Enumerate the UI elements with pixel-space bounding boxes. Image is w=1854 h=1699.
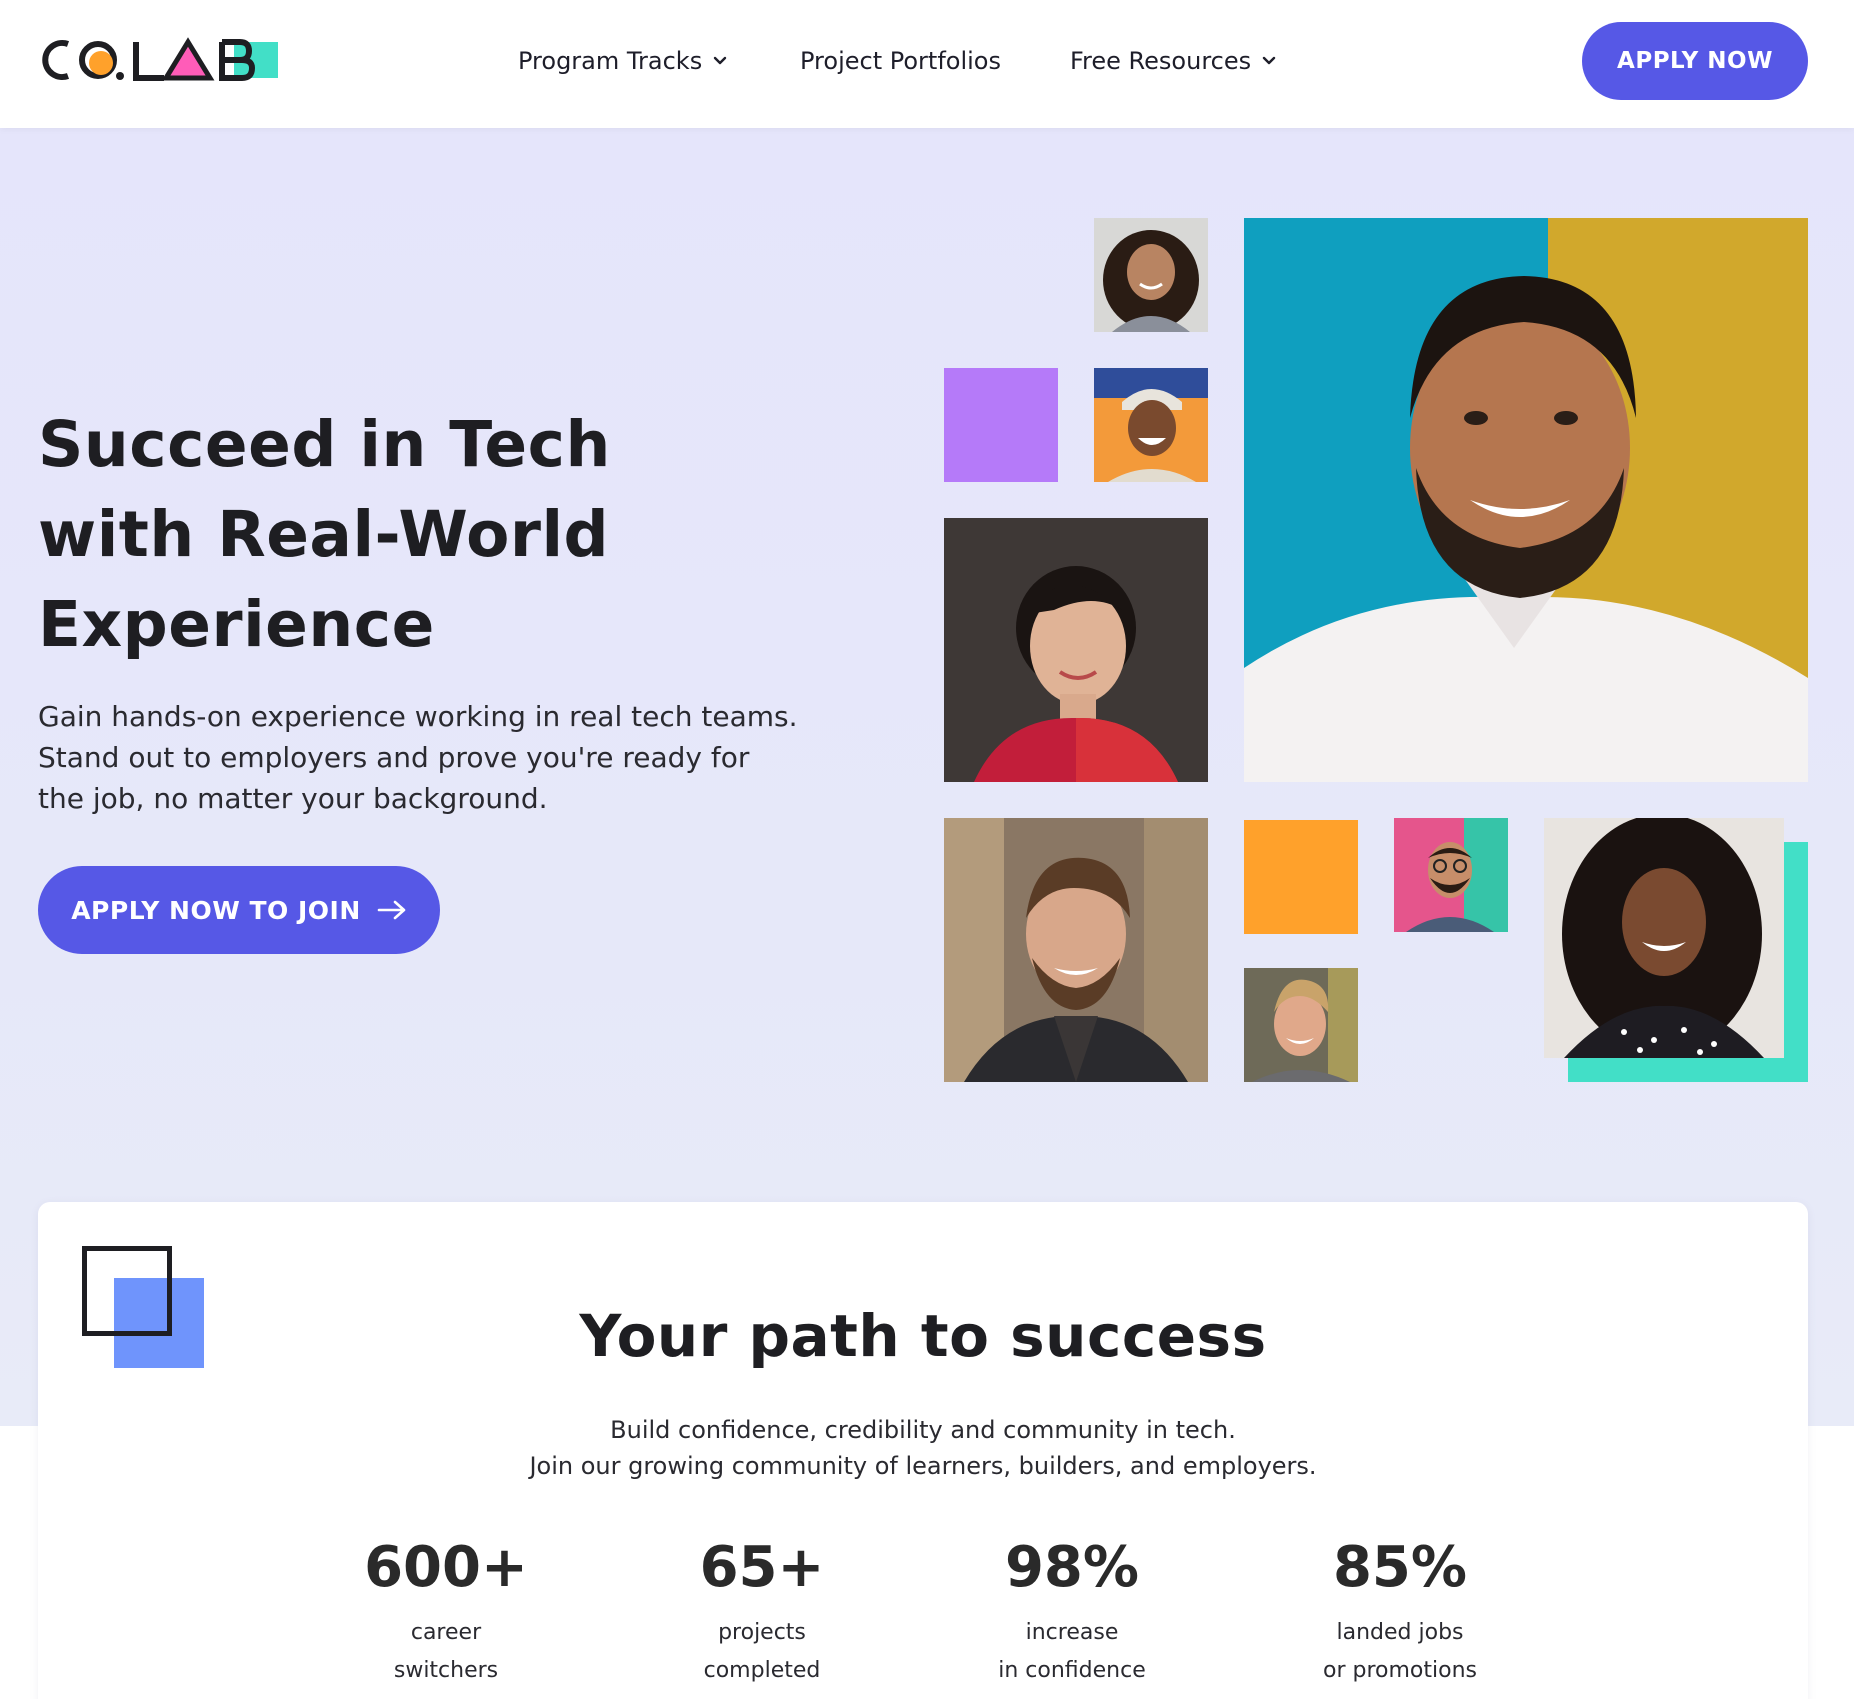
member-photo	[944, 518, 1208, 782]
stat-label: increase in confidence	[998, 1620, 1146, 1683]
stat-value: 85%	[1332, 1535, 1468, 1600]
site-header: Program Tracks Project Portfolios Free R…	[0, 0, 1854, 128]
stat-label: projects completed	[703, 1620, 821, 1683]
stat-value: 65+	[699, 1535, 825, 1600]
apply-now-to-join-button[interactable]: APPLY NOW TO JOIN	[38, 866, 440, 954]
member-photo	[1094, 368, 1208, 482]
nav-free-resources-label: Free Resources	[1070, 47, 1252, 75]
stat-value: 98%	[1004, 1535, 1140, 1600]
chevron-down-icon	[714, 56, 727, 65]
stat-confidence: 98% increase in confidence	[922, 1532, 1222, 1690]
arrow-right-icon	[377, 900, 406, 920]
section-subtitle: Build confidence, credibility and commun…	[38, 1412, 1808, 1484]
hero-title: Succeed in Tech with Real-World Experien…	[38, 408, 611, 661]
colab-logo[interactable]	[38, 36, 280, 84]
section-subtitle-line: Build confidence, credibility and commun…	[610, 1416, 1236, 1444]
member-photo	[1244, 968, 1358, 1082]
nav-program-tracks[interactable]: Program Tracks	[518, 44, 728, 78]
chevron-down-icon	[1262, 56, 1276, 65]
hero-subtitle: Gain hands-on experience working in real…	[38, 700, 798, 815]
stat-projects-completed: 65+ projects completed	[612, 1532, 912, 1690]
decorative-purple-square	[944, 368, 1058, 482]
stat-label: career switchers	[393, 1620, 499, 1683]
stat-career-switchers: 600+ career switchers	[296, 1532, 596, 1690]
decorative-orange-square	[1244, 820, 1358, 934]
apply-now-button[interactable]: APPLY NOW	[1582, 22, 1808, 100]
nav-project-portfolios[interactable]: Project Portfolios	[800, 44, 1001, 78]
nav-project-portfolios-label: Project Portfolios	[800, 47, 1001, 75]
member-photo	[1094, 218, 1208, 332]
nav-program-tracks-label: Program Tracks	[518, 47, 703, 75]
stat-label: landed jobs or promotions	[1323, 1620, 1477, 1683]
nav-free-resources[interactable]: Free Resources	[1070, 44, 1277, 78]
featured-member-photo	[1244, 218, 1808, 782]
stat-value: 600+	[364, 1535, 528, 1600]
apply-now-to-join-label: APPLY NOW TO JOIN	[71, 895, 361, 925]
path-to-success-card: Your path to success Build confidence, c…	[38, 1202, 1808, 1699]
section-subtitle-line: Join our growing community of learners, …	[529, 1452, 1317, 1480]
section-title: Your path to success	[579, 1302, 1267, 1370]
colab-logo-mark	[42, 37, 278, 81]
stat-landed-jobs: 85% landed jobs or promotions	[1250, 1532, 1550, 1690]
member-photo	[1544, 818, 1784, 1058]
member-photo	[1394, 818, 1508, 932]
member-photo	[944, 818, 1208, 1082]
